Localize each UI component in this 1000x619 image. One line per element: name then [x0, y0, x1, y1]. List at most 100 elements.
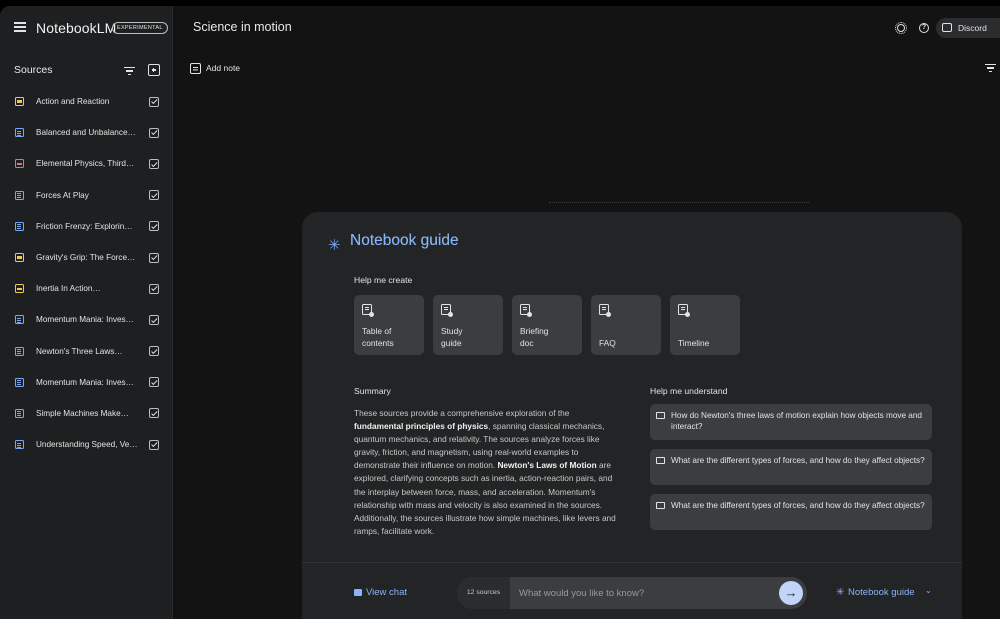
source-checkbox[interactable] [149, 283, 159, 294]
app-window: NotebookLM EXPERIMENTAL Sources Action a… [0, 6, 1000, 619]
source-label: Action and Reaction [36, 97, 110, 107]
menu-icon[interactable] [14, 22, 26, 32]
source-item[interactable]: Momentum Mania: Inves… [0, 304, 173, 335]
add-source-icon[interactable] [148, 64, 160, 76]
source-item[interactable]: Newton's Three Laws… [0, 336, 173, 367]
tile-label: Briefing doc [520, 326, 549, 348]
yellow-source-icon [15, 284, 24, 294]
main-panel: Science in motion ? Discord Add note ✳ N… [174, 6, 1000, 619]
question-icon [656, 502, 665, 509]
source-label: Understanding Speed, Ve… [36, 440, 138, 450]
theme-toggle-icon[interactable] [895, 22, 907, 34]
app-header: NotebookLM EXPERIMENTAL [0, 6, 173, 50]
help-understand-title: Help me understand [650, 386, 728, 396]
sparkle-icon: ✳ [836, 587, 845, 598]
summary-text: These sources provide a comprehensive ex… [354, 407, 616, 538]
doc-icon [15, 128, 24, 138]
source-checkbox[interactable] [149, 190, 159, 201]
source-checkbox[interactable] [149, 158, 159, 169]
doc-icon [15, 377, 24, 387]
doc-icon [15, 190, 24, 200]
source-label: Inertia In Action… [36, 284, 101, 294]
notebook-guide-card: ✳ Notebook guide Help me create Table of… [302, 212, 962, 619]
doc-icon [15, 408, 24, 418]
notebook-title[interactable]: Science in motion [193, 20, 292, 34]
source-item[interactable]: Simple Machines Make… [0, 398, 173, 429]
source-checkbox[interactable] [149, 221, 159, 232]
summary-bold-part: Newton's Laws of Motion [497, 460, 597, 471]
discord-button[interactable]: Discord [936, 18, 1000, 38]
source-label: Friction Frenzy: Explorin… [36, 221, 133, 231]
tile-timeline[interactable]: Timeline [670, 295, 740, 355]
sparkle-icon: ✳ [328, 237, 341, 254]
sources-count-chip[interactable]: 12 sources [457, 577, 510, 609]
divider [302, 562, 962, 563]
tile-label: Study guide [441, 326, 463, 348]
add-note-label: Add note [206, 63, 241, 73]
suggested-question[interactable]: What are the different types of forces, … [650, 449, 932, 485]
source-item[interactable]: Inertia In Action… [0, 273, 173, 304]
help-create-title: Help me create [354, 275, 413, 285]
source-item[interactable]: Friction Frenzy: Explorin… [0, 211, 173, 242]
source-checkbox[interactable] [149, 439, 159, 450]
source-item[interactable]: Balanced and Unbalance… [0, 117, 173, 148]
note-icon [441, 304, 453, 317]
send-button[interactable]: → [779, 581, 803, 605]
doc-icon [15, 440, 24, 450]
source-item[interactable]: Forces At Play [0, 180, 173, 211]
summary-title: Summary [354, 386, 391, 396]
question-icon [656, 412, 665, 419]
suggested-question[interactable]: How do Newton's three laws of motion exp… [650, 404, 932, 440]
doc-icon [15, 315, 24, 325]
note-add-icon [190, 63, 201, 74]
summary-text-part: are explored, clarifying concepts such a… [354, 460, 616, 536]
source-checkbox[interactable] [149, 252, 159, 263]
filter-icon[interactable] [124, 67, 135, 76]
help-icon[interactable]: ? [919, 23, 929, 33]
divider [549, 202, 809, 204]
tile-briefing-doc[interactable]: Briefing doc [512, 295, 582, 355]
main-header: Science in motion ? Discord [174, 6, 1000, 50]
chat-input[interactable] [519, 577, 769, 609]
source-checkbox[interactable] [149, 408, 159, 419]
source-label: Balanced and Unbalance… [36, 128, 136, 138]
yellow-source-icon [15, 97, 24, 107]
sort-icon[interactable] [985, 64, 996, 73]
source-label: Newton's Three Laws… [36, 346, 123, 356]
source-checkbox[interactable] [149, 96, 159, 107]
tile-table-of-contents[interactable]: Table of contents [354, 295, 424, 355]
source-item[interactable]: Understanding Speed, Ve… [0, 429, 173, 460]
tile-label: FAQ [599, 338, 616, 348]
doc-icon [15, 221, 24, 231]
source-item[interactable]: Elemental Physics, Third… [0, 148, 173, 179]
source-list: Action and Reaction Balanced and Unbalanc… [0, 86, 173, 460]
source-item[interactable]: Gravity's Grip: The Force… [0, 242, 173, 273]
chat-bubble-icon [942, 23, 952, 32]
source-label: Simple Machines Make… [36, 408, 129, 418]
notebook-guide-label: Notebook guide [848, 587, 915, 598]
summary-bold-part: fundamental principles of physics [354, 421, 489, 432]
tile-study-guide[interactable]: Study guide [433, 295, 503, 355]
summary-text-part: These sources provide a comprehensive ex… [354, 408, 570, 418]
source-label: Momentum Mania: Inves… [36, 377, 134, 387]
chat-bar: 12 sources → [457, 577, 807, 609]
create-tiles: Table of contents Study guide Briefing d… [354, 295, 740, 355]
source-checkbox[interactable] [149, 127, 159, 138]
question-icon [656, 457, 665, 464]
chat-icon [354, 589, 362, 596]
sources-sidebar: NotebookLM EXPERIMENTAL Sources Action a… [0, 6, 173, 619]
discord-label: Discord [958, 23, 987, 33]
source-item[interactable]: Action and Reaction [0, 86, 173, 117]
pdf-icon [15, 159, 24, 169]
source-checkbox[interactable] [149, 314, 159, 325]
tile-faq[interactable]: FAQ [591, 295, 661, 355]
suggested-question[interactable]: What are the different types of forces, … [650, 494, 932, 530]
yellow-source-icon [15, 253, 24, 263]
source-checkbox[interactable] [149, 377, 159, 388]
guide-title: Notebook guide [350, 232, 459, 249]
arrow-right-icon: → [784, 585, 798, 600]
source-checkbox[interactable] [149, 346, 159, 357]
source-label: Elemental Physics, Third… [36, 159, 135, 169]
sources-title: Sources [14, 64, 53, 76]
source-item[interactable]: Momentum Mania: Inves… [0, 367, 173, 398]
